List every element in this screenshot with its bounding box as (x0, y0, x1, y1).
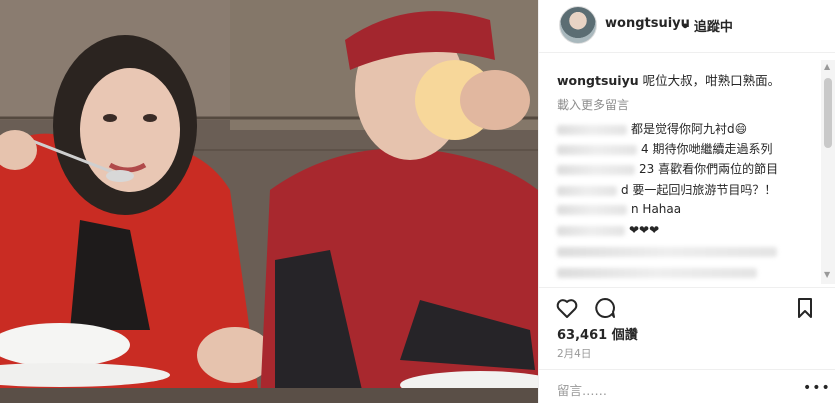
caption: wongtsuiyu 呢位大叔，咁熟口熟面。 (557, 70, 780, 89)
comment-row: d 要一起回归旅游节目吗？！ (557, 181, 776, 198)
comments-scrollbar[interactable]: ▲ ▼ (821, 60, 835, 284)
comment-input[interactable]: 留言…… (557, 380, 607, 399)
blurred-username (557, 185, 617, 196)
caption-username[interactable]: wongtsuiyu (557, 73, 639, 88)
heart-icon[interactable] (555, 296, 579, 320)
blurred-username (557, 164, 635, 175)
comment-text: 23 喜歡看你們兩位的節目 (639, 162, 779, 176)
separator-dot: • (681, 20, 694, 35)
blurred-username (557, 144, 637, 155)
avatar[interactable] (559, 6, 597, 44)
comment-row (557, 265, 761, 279)
instagram-post: wongtsuiyu • 追蹤中 wongtsuiyu 呢位大叔，咁熟口熟面。 … (0, 0, 835, 403)
blurred-username (557, 204, 627, 215)
bookmark-icon[interactable] (793, 296, 817, 320)
blurred-comment (557, 246, 777, 257)
scroll-down-icon[interactable]: ▼ (824, 270, 830, 279)
comment-row: n Hahaa (557, 202, 681, 216)
post-side-panel: wongtsuiyu • 追蹤中 wongtsuiyu 呢位大叔，咁熟口熟面。 … (538, 0, 835, 403)
comment-row: ❤❤❤ (557, 223, 659, 237)
comment-text: 都是觉得你阿九衬d😄 (631, 122, 748, 136)
post-photo[interactable] (0, 0, 538, 403)
comment-icon[interactable] (593, 296, 617, 320)
comments-list: wongtsuiyu 呢位大叔，咁熟口熟面。 載入更多留言 都是觉得你阿九衬d😄… (539, 60, 821, 284)
comment-row: 23 喜歡看你們兩位的節目 (557, 160, 778, 177)
blurred-username (557, 124, 627, 135)
post-date[interactable]: 2月4日 (557, 346, 591, 361)
follow-status[interactable]: • 追蹤中 (681, 16, 733, 35)
comment-row: 都是觉得你阿九衬d😄 (557, 120, 747, 137)
photo-illustration (0, 0, 538, 403)
scroll-up-icon[interactable]: ▲ (824, 62, 830, 71)
comment-text: n Hahaa (631, 202, 682, 216)
action-bar (539, 287, 835, 326)
scrollbar-thumb[interactable] (824, 78, 832, 148)
follow-label: 追蹤中 (693, 20, 733, 35)
comment-row: 4 期待你哋繼續走過系列 (557, 140, 772, 157)
more-icon[interactable]: ••• (803, 380, 831, 396)
comment-row (557, 244, 781, 258)
blurred-comment (557, 267, 757, 278)
caption-text: 呢位大叔，咁熟口熟面。 (642, 73, 781, 88)
add-comment-bar: 留言…… ••• (539, 369, 835, 404)
blurred-username (557, 225, 625, 236)
comment-text: ❤❤❤ (629, 223, 660, 237)
username-link[interactable]: wongtsuiyu (605, 16, 690, 31)
comment-text: 4 期待你哋繼續走過系列 (641, 142, 773, 156)
post-header: wongtsuiyu • 追蹤中 (539, 0, 835, 53)
comment-text: d 要一起回归旅游节目吗？！ (621, 183, 777, 197)
load-more-comments[interactable]: 載入更多留言 (557, 96, 629, 113)
likes-count[interactable]: 63,461 個讚 (557, 324, 638, 343)
